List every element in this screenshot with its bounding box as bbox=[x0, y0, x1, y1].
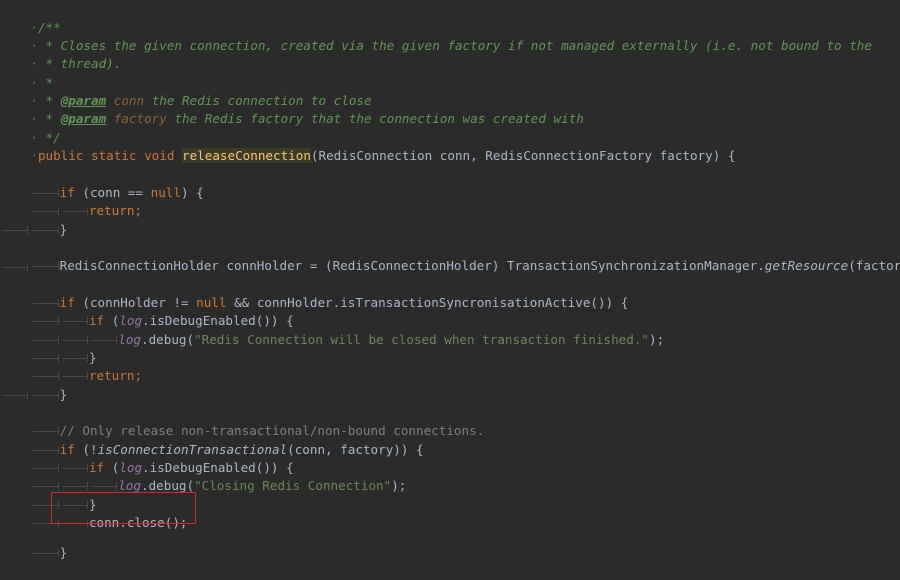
code-text: ; bbox=[134, 203, 143, 218]
code-line-19: } bbox=[0, 331, 97, 365]
code-text: RedisConnectionHolder connHolder = (Redi… bbox=[59, 258, 765, 273]
closing-brace: } bbox=[59, 387, 68, 402]
code-line-11: return; bbox=[0, 184, 142, 218]
code-line-25: if (log.isDebugEnabled()) { bbox=[0, 441, 294, 475]
code-line-12: } bbox=[0, 203, 67, 237]
code-line-16: if (connHolder != null && connHolder.isT… bbox=[0, 276, 628, 310]
code-line-23: // Only release non-transactional/non-bo… bbox=[0, 404, 484, 438]
closing-brace: } bbox=[59, 545, 68, 560]
code-line-1: ·/** bbox=[30, 20, 61, 35]
code-text: ); bbox=[391, 478, 407, 493]
code-line-14: RedisConnectionHolder connHolder = (Redi… bbox=[0, 239, 900, 273]
closing-brace: } bbox=[59, 222, 68, 237]
code-line-22 bbox=[0, 386, 29, 404]
code-text: (factory); bbox=[848, 258, 900, 273]
code-line-13 bbox=[0, 221, 29, 239]
code-text: (conn, factory)) { bbox=[287, 442, 424, 457]
code-line-26: log.debug("Closing Redis Connection"); bbox=[0, 459, 406, 493]
javadoc-param-desc: the Redis factory that the connection wa… bbox=[166, 111, 584, 126]
code-text: ; bbox=[134, 368, 143, 383]
field-log: log bbox=[118, 332, 141, 347]
code-text: .debug( bbox=[140, 478, 195, 493]
string-literal: "Redis Connection will be closed when tr… bbox=[194, 332, 649, 347]
red-highlight-box bbox=[51, 492, 196, 524]
keyword-null: null bbox=[150, 185, 181, 200]
code-line-5: · * @param conn the Redis connection to … bbox=[30, 93, 372, 108]
javadoc-param-tag: @param bbox=[60, 111, 107, 126]
code-editor[interactable]: ·/** · * Closes the given connection, cr… bbox=[0, 0, 900, 560]
code-line-7: · */ bbox=[30, 130, 61, 145]
code-text: ) { bbox=[180, 185, 204, 200]
keyword-return: return bbox=[88, 203, 135, 218]
method-params: (RedisConnection conn, RedisConnectionFa… bbox=[310, 148, 736, 163]
field-log: log bbox=[118, 478, 141, 493]
code-line-2: · * Closes the given connection, created… bbox=[30, 38, 872, 53]
code-line-6: · * @param factory the Redis factory tha… bbox=[30, 111, 584, 126]
code-line-24: if (!isConnectionTransactional(conn, fac… bbox=[0, 423, 424, 457]
code-line-17: if (log.isDebugEnabled()) { bbox=[0, 294, 294, 328]
javadoc-param-name: factory bbox=[106, 111, 167, 126]
code-line-15 bbox=[0, 258, 29, 276]
string-literal: "Closing Redis Connection" bbox=[194, 478, 392, 493]
code-line-21: } bbox=[0, 368, 67, 402]
code-text: ); bbox=[649, 332, 665, 347]
keyword-return: return bbox=[88, 368, 135, 383]
method-name[interactable]: releaseConnection bbox=[182, 148, 311, 163]
javadoc-text: * Closes the given connection, created v… bbox=[37, 38, 872, 53]
code-text: .debug( bbox=[140, 332, 195, 347]
static-method-call: getResource bbox=[764, 258, 849, 273]
code-line-18: log.debug("Redis Connection will be clos… bbox=[0, 313, 664, 347]
code-line-10: if (conn == null) { bbox=[0, 166, 204, 200]
code-line-3: · * thread). bbox=[30, 56, 122, 71]
code-line-20: return; bbox=[0, 349, 142, 383]
method-modifiers: public static void bbox=[37, 148, 182, 163]
code-line-29: } bbox=[0, 526, 67, 560]
code-line-4: · * bbox=[30, 75, 54, 90]
code-line-8: ·public static void releaseConnection(Re… bbox=[30, 148, 736, 163]
